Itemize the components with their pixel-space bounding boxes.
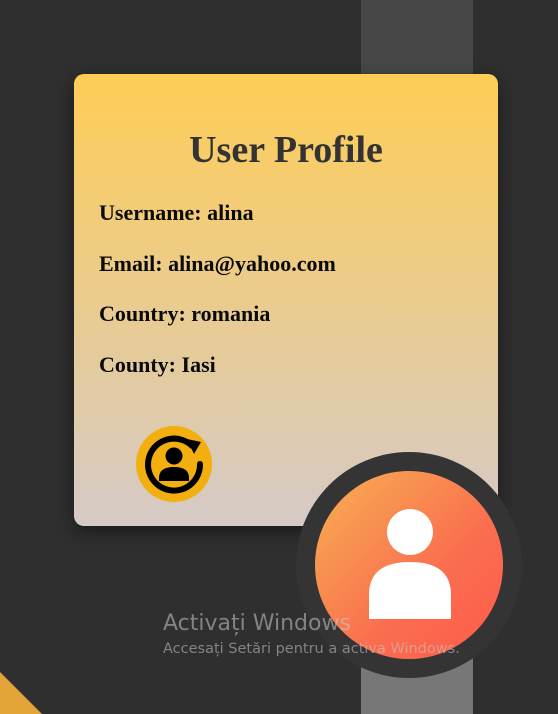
email-label: Email: — [99, 251, 163, 276]
email-field: Email: alina@yahoo.com — [99, 251, 336, 277]
username-field: Username: alina — [99, 200, 254, 226]
country-value: romania — [191, 301, 271, 326]
windows-activation-watermark: Activați Windows Accesați Setări pentru … — [163, 610, 460, 660]
watermark-title: Activați Windows — [163, 611, 351, 636]
username-value: alina — [207, 200, 254, 225]
user-refresh-icon — [145, 435, 204, 494]
corner-decoration — [0, 672, 42, 714]
county-value: Iasi — [181, 352, 216, 377]
switch-user-button[interactable] — [136, 426, 212, 502]
country-label: Country: — [99, 301, 186, 326]
username-label: Username: — [99, 200, 202, 225]
country-field: Country: romania — [99, 301, 270, 327]
background-stripe-top — [361, 0, 473, 74]
email-value: alina@yahoo.com — [168, 251, 336, 276]
county-label: County: — [99, 352, 177, 377]
page-title: User Profile — [189, 129, 383, 171]
watermark-subtitle: Accesați Setări pentru a activa Windows. — [163, 641, 460, 657]
county-field: County: Iasi — [99, 352, 216, 378]
